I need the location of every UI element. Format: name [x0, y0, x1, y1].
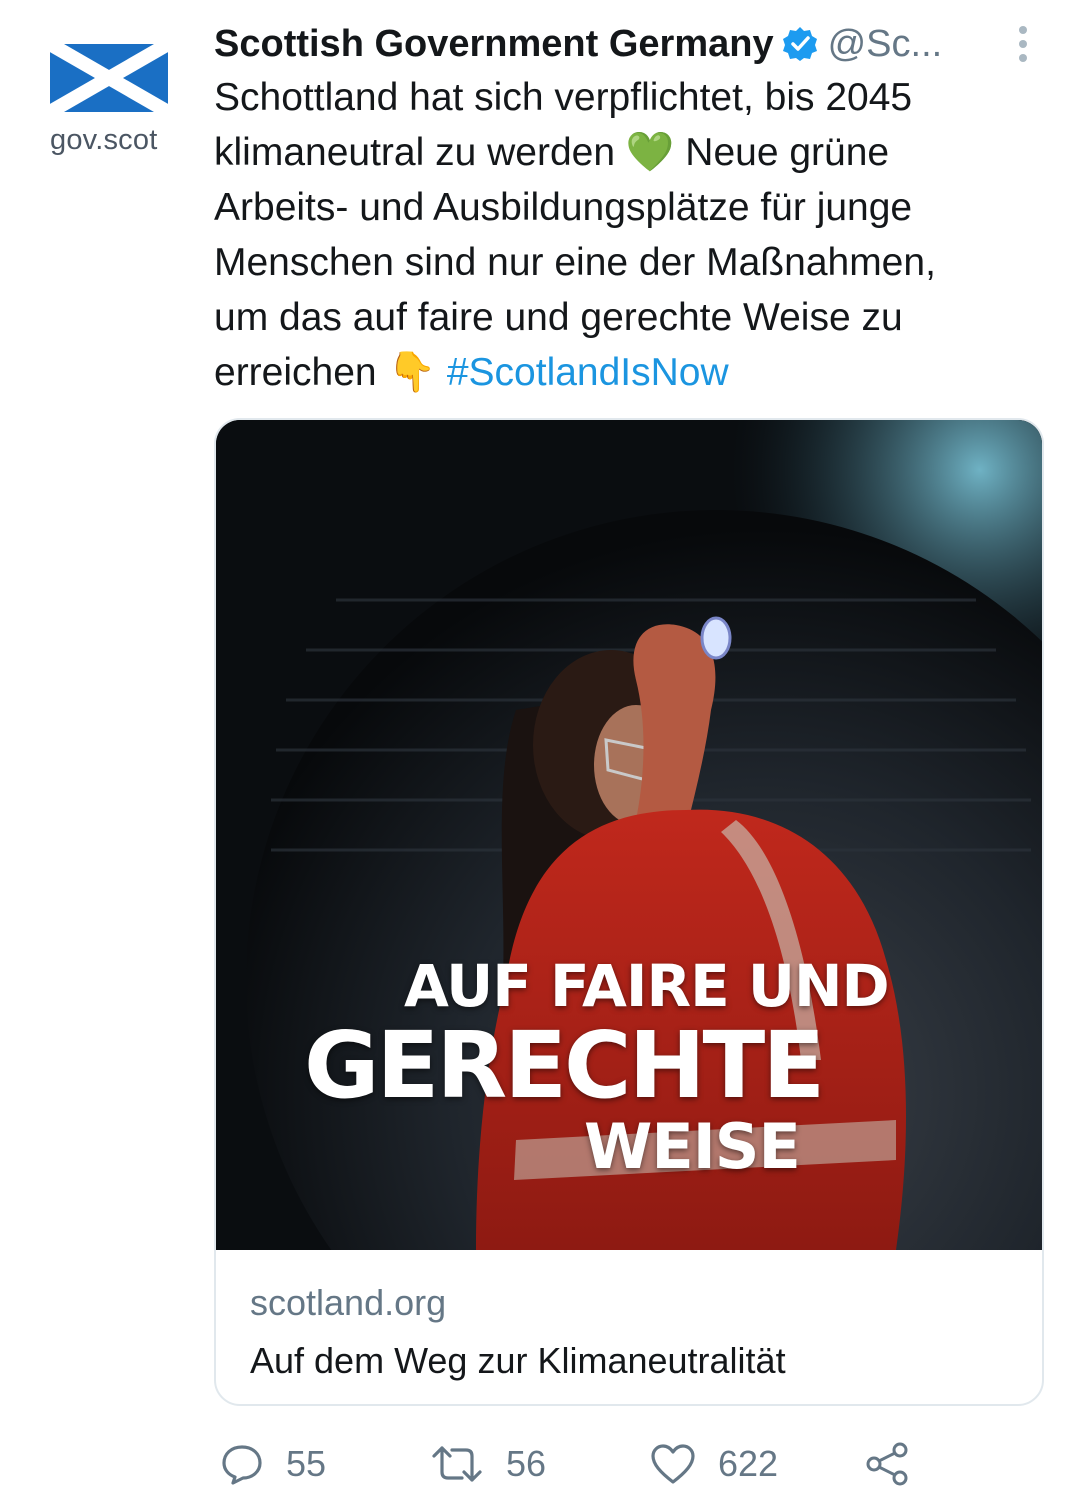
hashtag-link[interactable]: #ScotlandIsNow [447, 351, 729, 394]
verified-badge-icon [782, 27, 817, 61]
link-card[interactable]: AUF FAIRE UND GERECHTE WEISE scotland.or… [214, 418, 1044, 1406]
pointing-down-emoji: 👇 [387, 350, 436, 395]
tweet-line: um das auf faire und gerechte Weise zu [214, 296, 903, 339]
vertical-dots-icon[interactable] [1008, 22, 1038, 66]
overlay-caption-line: GERECHTE [304, 1012, 825, 1119]
tweet-line: Schottland hat sich verpflichtet, bis 20… [214, 76, 913, 119]
tweet-line: Arbeits- und Ausbildungsplätze für junge [214, 186, 913, 229]
card-video-thumbnail[interactable]: AUF FAIRE UND GERECHTE WEISE [216, 420, 1042, 1250]
overlay-caption-line: AUF FAIRE UND [404, 952, 890, 1020]
like-count: 622 [718, 1443, 779, 1484]
tweet-actions: 55 56 622 [214, 1436, 1044, 1492]
reply-icon [222, 1445, 262, 1485]
like-button[interactable]: 622 [650, 1436, 778, 1492]
tweet-text-segment: klimaneutral zu werden [214, 131, 626, 174]
card-domain: scotland.org [250, 1282, 447, 1323]
tweet-header: Scottish Government Germany @Sc... [214, 18, 1014, 70]
reply-count: 55 [286, 1443, 327, 1484]
retweet-icon [432, 1446, 482, 1482]
tweet-text-segment: erreichen [214, 351, 388, 394]
user-handle[interactable]: @Sc... [828, 23, 943, 66]
tweet-text-segment: Neue grüne [674, 131, 890, 174]
green-heart-emoji: 💚 [625, 130, 675, 175]
overlay-caption-line: WEISE [584, 1110, 801, 1183]
avatar-label: gov.scot [50, 124, 158, 156]
tweet-text: Schottland hat sich verpflichtet, bis 20… [214, 70, 1014, 400]
account-avatar[interactable]: gov.scot [44, 44, 174, 164]
share-icon [866, 1442, 908, 1486]
card-title: Auf dem Weg zur Klimaneutralität [250, 1340, 786, 1381]
heart-icon [651, 1444, 695, 1484]
retweet-count: 56 [506, 1443, 547, 1484]
retweet-button[interactable]: 56 [430, 1436, 546, 1492]
tweet-line: klimaneutral zu werden 💚 Neue grüne [214, 125, 1014, 180]
display-name[interactable]: Scottish Government Germany [214, 23, 774, 66]
reply-button[interactable]: 55 [220, 1436, 326, 1492]
tweet-line: Menschen sind nur eine der Maßnahmen, [214, 241, 936, 284]
saltire-flag-icon [50, 44, 168, 112]
share-button[interactable] [864, 1436, 910, 1492]
tweet-line: erreichen 👇 #ScotlandIsNow [214, 345, 1014, 400]
